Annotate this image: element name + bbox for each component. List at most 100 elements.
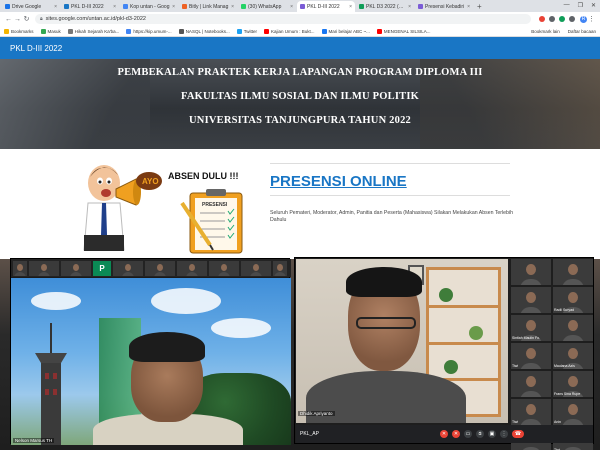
- tab-close-icon[interactable]: ×: [172, 4, 175, 10]
- tab-title: Presensi Kebadiri: [425, 3, 465, 10]
- tab-close-icon[interactable]: ×: [467, 4, 470, 10]
- participant-thumb[interactable]: [241, 260, 271, 276]
- participant-tile[interactable]: [511, 371, 551, 397]
- maximize-icon[interactable]: ❐: [578, 2, 583, 9]
- participant-tile[interactable]: [553, 259, 593, 285]
- browser-tab[interactable]: Presensi Kebadiri ×: [415, 1, 473, 12]
- participant-thumb[interactable]: [273, 260, 287, 276]
- present-icon[interactable]: ▣: [488, 430, 496, 438]
- participant-name: Tiwi: [512, 364, 519, 368]
- bookmark-item[interactable]: Hikah Sejarah Ka'ba...: [67, 28, 120, 34]
- browser-tab[interactable]: Kop untan - Goog ×: [120, 1, 178, 12]
- extension-icon[interactable]: [549, 16, 555, 22]
- tab-favicon-icon: [123, 4, 128, 9]
- participant-name: Sintiah Maulin Fo.: [512, 336, 541, 340]
- menu-icon[interactable]: ⋮: [587, 15, 596, 23]
- participant-tile[interactable]: Maulana Azis: [553, 343, 593, 369]
- participant-thumb[interactable]: [177, 260, 207, 276]
- back-icon[interactable]: ←: [4, 16, 13, 23]
- other-bookmarks[interactable]: Bookmark lain: [531, 29, 560, 34]
- lock-icon: 🔒︎: [40, 16, 43, 22]
- bookmark-item[interactable]: Bookmarks: [4, 28, 34, 34]
- window-controls: — ❐ ✕: [564, 2, 596, 9]
- tab-close-icon[interactable]: ×: [54, 4, 57, 10]
- bookmark-icon: [178, 28, 184, 34]
- bookmark-icon: [263, 28, 269, 34]
- new-tab-button[interactable]: +: [477, 2, 482, 11]
- ayo-text: AYO: [142, 177, 159, 186]
- bookmark-item[interactable]: Mari belajar ABC ~...: [321, 28, 370, 34]
- browser-tab[interactable]: PKL D3 2022 (Jaw ×: [356, 1, 414, 12]
- raise-hand-icon[interactable]: ✋︎: [476, 430, 484, 438]
- site-title[interactable]: PKL D-III 2022: [10, 44, 62, 53]
- hero-line-1: PEMBEKALAN PRAKTEK KERJA LAPANGAN PROGRA…: [117, 67, 483, 78]
- url-input[interactable]: 🔒︎ sites.google.com/untan.ac.id/pkl-d3-2…: [35, 14, 531, 24]
- forward-icon[interactable]: →: [13, 16, 22, 23]
- extension-icon[interactable]: [559, 16, 565, 22]
- end-call-icon[interactable]: ☎︎: [512, 430, 524, 438]
- bookmark-item[interactable]: MENGENAL SILSILA...: [376, 28, 431, 34]
- bookmark-item[interactable]: Masuk: [40, 28, 61, 34]
- reload-icon[interactable]: ↻: [22, 15, 31, 23]
- participant-name: Maulana Azis: [554, 364, 575, 368]
- meeting-name: PKL_AP: [300, 431, 319, 437]
- bookmark-item[interactable]: https://kip.umum-...: [126, 28, 172, 34]
- tab-close-icon[interactable]: ×: [231, 4, 234, 10]
- speaker-name-right: Dhidik Apriyanto: [298, 411, 335, 416]
- cloud: [151, 288, 221, 314]
- browser-tab[interactable]: PKL D-III 2022 ×: [297, 1, 355, 12]
- bookmark-label: Hikah Sejarah Ka'ba...: [74, 28, 120, 34]
- tab-close-icon[interactable]: ×: [408, 4, 411, 10]
- meeting-controls: PKL_AP ✕ ✕ ▭ ✋︎ ▣ ⋮ ☎︎: [296, 425, 593, 443]
- participant-thumb[interactable]: [61, 260, 91, 276]
- participant-thumb[interactable]: [13, 260, 27, 276]
- participant-body: [520, 391, 542, 397]
- participant-strip: P: [11, 259, 291, 277]
- participant-tile[interactable]: [511, 287, 551, 313]
- participant-tile[interactable]: Radii Suryad: [553, 287, 593, 313]
- participant-tile[interactable]: [553, 315, 593, 341]
- participant-tile[interactable]: [511, 259, 551, 285]
- speaker-hair: [346, 267, 422, 297]
- participant-tile[interactable]: Tiwi: [511, 399, 551, 425]
- bookmark-icon: [4, 28, 9, 34]
- browser-tab[interactable]: (30) WhatsApp ×: [238, 1, 296, 12]
- browser-tab[interactable]: PKL D-III 2022 ×: [61, 1, 119, 12]
- participant-thumb[interactable]: [145, 260, 175, 276]
- participant-thumb[interactable]: [209, 260, 239, 276]
- tab-close-icon[interactable]: ×: [349, 4, 352, 10]
- tab-close-icon[interactable]: ×: [290, 4, 293, 10]
- content-section: AYO PRESENSI ABSEN DULU !!! PRESENSI ONL…: [0, 149, 600, 259]
- close-icon[interactable]: ✕: [591, 2, 596, 9]
- profile-avatar[interactable]: R: [580, 15, 587, 23]
- participant-thumb[interactable]: [113, 260, 143, 276]
- presensi-online-link[interactable]: PRESENSI ONLINE: [270, 173, 407, 190]
- reading-list[interactable]: Daftar bacaan: [568, 29, 596, 34]
- participant-initial-thumb[interactable]: P: [93, 260, 111, 276]
- participant-tile[interactable]: Anin: [553, 399, 593, 425]
- participant-thumb[interactable]: [29, 260, 59, 276]
- tab-close-icon[interactable]: ×: [113, 4, 116, 10]
- camera-off-icon[interactable]: ✕: [452, 430, 460, 438]
- bookmark-item[interactable]: Twitter: [236, 28, 257, 34]
- bookmarks-bar: Bookmarks Masuk Hikah Sejarah Ka'ba... http…: [0, 26, 600, 37]
- participant-tile[interactable]: Frans Sina Rupe: [553, 371, 593, 397]
- tab-favicon-icon: [5, 4, 10, 9]
- captions-icon[interactable]: ▭: [464, 430, 472, 438]
- presensi-description: Seluruh Pemateri, Moderator, Admin, Pani…: [270, 210, 513, 223]
- bookmark-item[interactable]: NASQL | Notebooks...: [178, 28, 230, 34]
- puzzle-icon[interactable]: [569, 16, 575, 22]
- minimize-icon[interactable]: —: [564, 2, 570, 9]
- video-window-left: P Nelson Marsus TH: [10, 258, 291, 445]
- browser-tab[interactable]: Bitly | Link Manag ×: [179, 1, 237, 12]
- browser-tab[interactable]: Drive Google ×: [2, 1, 60, 12]
- tab-favicon-icon: [418, 4, 423, 9]
- tab-title: Bitly | Link Manag: [189, 3, 229, 10]
- more-icon[interactable]: ⋮: [500, 430, 508, 438]
- extension-icon[interactable]: [539, 16, 545, 22]
- mic-off-icon[interactable]: ✕: [440, 430, 448, 438]
- cloud: [211, 318, 271, 338]
- participant-tile[interactable]: Sintiah Maulin Fo.: [511, 315, 551, 341]
- participant-tile[interactable]: Tiwi: [511, 343, 551, 369]
- bookmark-item[interactable]: Kajian Umum : Bukt...: [263, 28, 315, 34]
